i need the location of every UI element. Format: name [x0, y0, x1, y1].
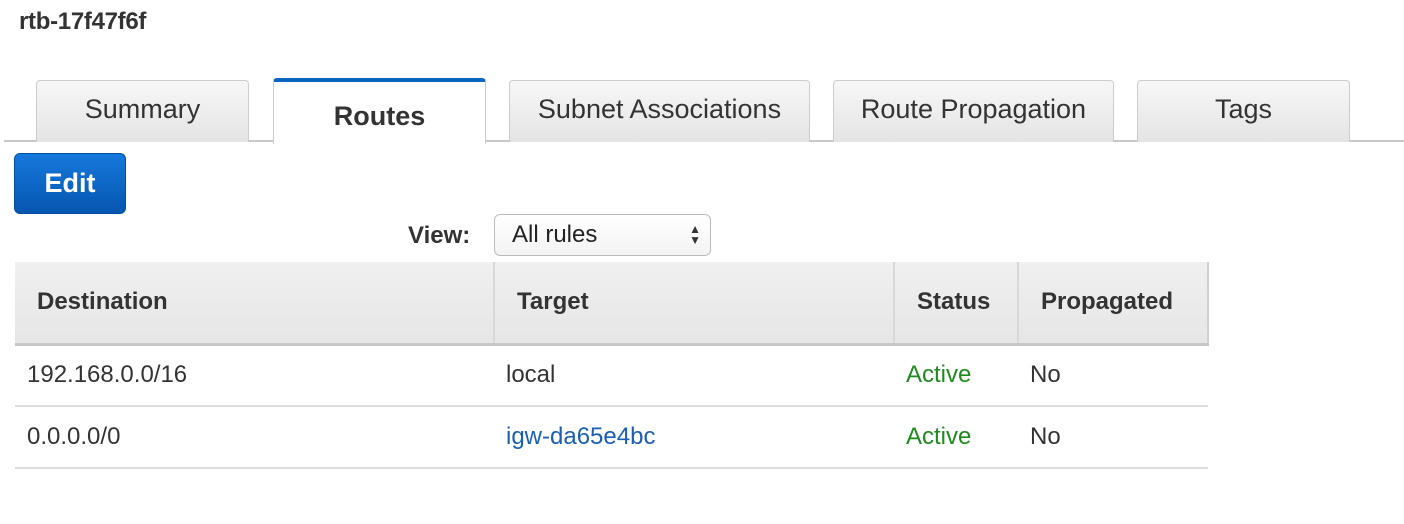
page-title: rtb-17f47f6f: [19, 8, 147, 35]
destination-cell: 0.0.0.0/0: [15, 406, 494, 469]
table-header-row: Destination Target Status Propagated: [15, 262, 1209, 346]
tab-routes[interactable]: Routes: [273, 78, 486, 144]
propagated-cell: No: [1018, 406, 1208, 469]
view-label: View:: [408, 222, 471, 249]
view-select-value: All rules: [512, 221, 598, 248]
column-header-propagated[interactable]: Propagated: [1018, 262, 1209, 346]
routes-table: Destination Target Status Propagated 192…: [15, 262, 1209, 469]
target-cell: igw-da65e4bc: [494, 406, 894, 469]
tab-tags[interactable]: Tags: [1137, 80, 1350, 142]
edit-button[interactable]: Edit: [14, 153, 126, 214]
status-cell: Active: [894, 406, 1018, 469]
column-header-target[interactable]: Target: [494, 262, 895, 346]
tab-summary[interactable]: Summary: [36, 80, 249, 142]
column-header-status[interactable]: Status: [894, 262, 1019, 346]
table-row: 192.168.0.0/16 local Active No: [15, 344, 1208, 407]
target-link[interactable]: igw-da65e4bc: [506, 423, 655, 450]
tab-route-propagation[interactable]: Route Propagation: [833, 80, 1114, 142]
table-row: 0.0.0.0/0 igw-da65e4bc Active No: [15, 406, 1208, 469]
status-cell: Active: [894, 344, 1018, 407]
target-cell: local: [494, 344, 894, 407]
up-down-arrows-icon: ▲ ▼: [689, 222, 701, 247]
route-table-details: rtb-17f47f6f Summary Routes Subnet Assoc…: [0, 0, 1404, 524]
column-header-destination[interactable]: Destination: [15, 262, 495, 346]
view-select[interactable]: All rules ▲ ▼: [494, 214, 711, 256]
propagated-cell: No: [1018, 344, 1208, 407]
tab-subnet-associations[interactable]: Subnet Associations: [509, 80, 810, 142]
tab-bar: Summary Routes Subnet Associations Route…: [4, 78, 1404, 144]
destination-cell: 192.168.0.0/16: [15, 344, 494, 407]
